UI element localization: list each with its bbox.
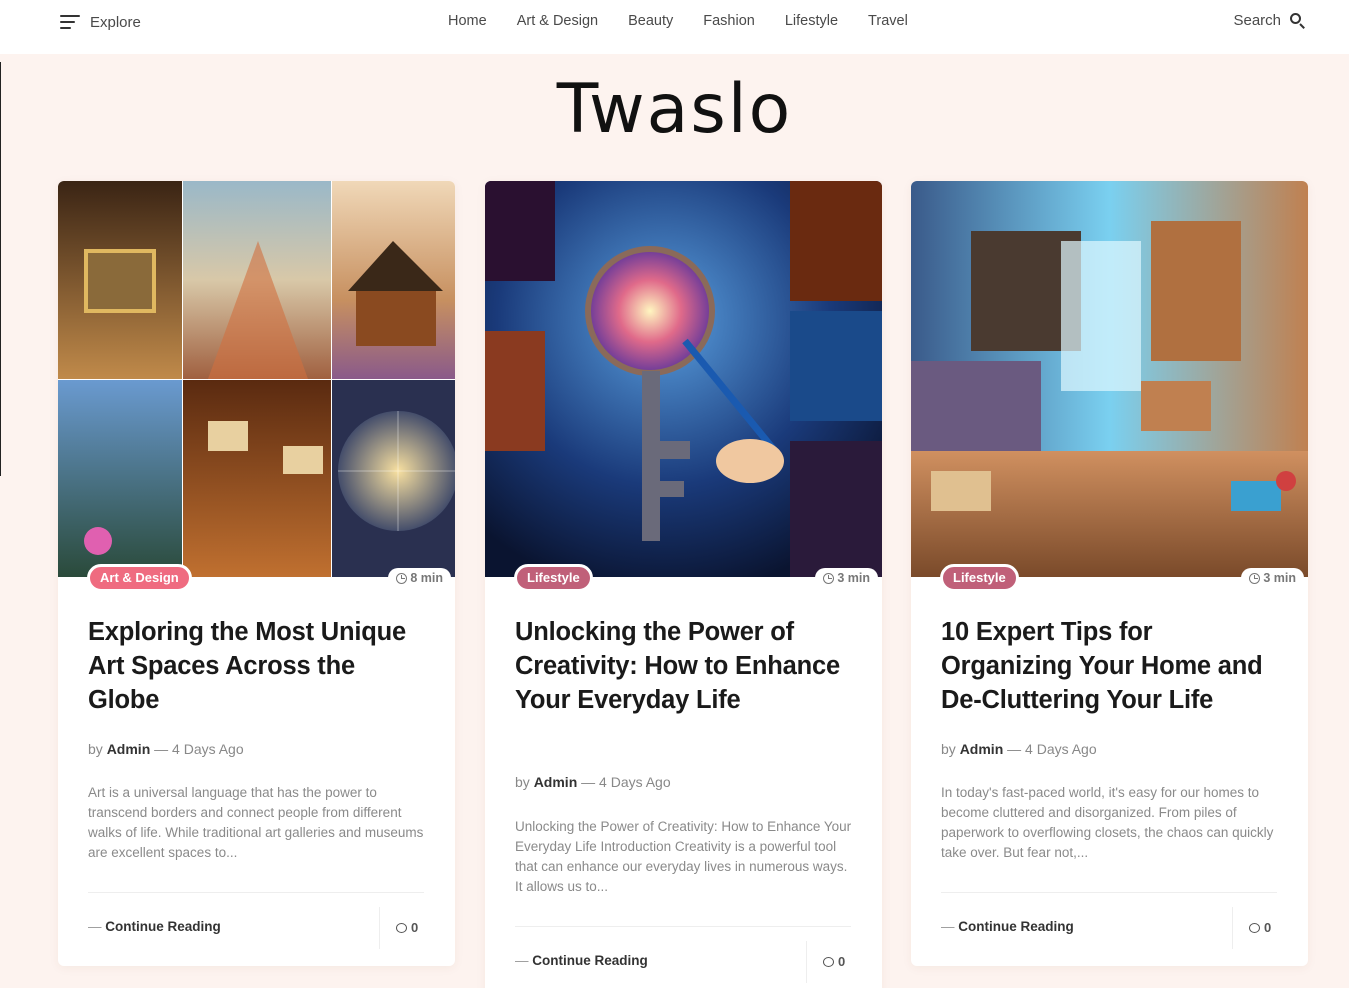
explore-menu-button[interactable]: Explore [60, 12, 141, 32]
search-icon [1290, 13, 1305, 29]
comment-count: 0 [838, 954, 846, 969]
category-badge[interactable]: Art & Design [87, 564, 192, 592]
post-meta: by Admin — 4 Days Ago [941, 741, 1097, 757]
search-label: Search [1233, 12, 1281, 29]
clock-icon [823, 572, 835, 584]
post-author[interactable]: Admin [107, 741, 151, 757]
meta-separator: — [581, 774, 596, 790]
read-time-value: 3 min [1263, 571, 1296, 585]
footer-separator [806, 941, 807, 983]
post-title[interactable]: Unlocking the Power of Creativity: How t… [515, 615, 860, 717]
comment-count: 0 [1264, 920, 1272, 935]
post-title[interactable]: 10 Expert Tips for Organizing Your Home … [941, 615, 1286, 717]
post-excerpt: In today's fast-paced world, it's easy f… [941, 785, 1274, 860]
post-meta: by Admin — 4 Days Ago [88, 741, 244, 757]
post-image-organizing[interactable] [911, 181, 1308, 577]
nav-art-design[interactable]: Art & Design [517, 12, 598, 30]
post-card: Lifestyle 3 min 10 Expert Tips for Organ… [911, 181, 1308, 966]
continue-reading-label: Continue Reading [532, 953, 648, 968]
continue-reading-link[interactable]: — Continue Reading [515, 953, 648, 968]
nav-lifestyle[interactable]: Lifestyle [785, 12, 838, 30]
category-badge[interactable]: Lifestyle [514, 564, 593, 592]
comment-icon [396, 922, 407, 933]
clock-icon [1249, 572, 1261, 584]
nav-travel[interactable]: Travel [868, 12, 908, 30]
post-author[interactable]: Admin [534, 774, 578, 790]
post-title[interactable]: Exploring the Most Unique Art Spaces Acr… [88, 615, 433, 717]
meta-by: by [941, 741, 956, 757]
continue-reading-label: Continue Reading [958, 919, 1074, 934]
explore-label: Explore [90, 13, 141, 31]
card-divider [515, 926, 851, 927]
footer-separator [1232, 907, 1233, 949]
post-date: 4 Days Ago [599, 774, 671, 790]
top-navigation-bar: Explore Home Art & Design Beauty Fashion… [0, 0, 1349, 54]
nav-fashion[interactable]: Fashion [703, 12, 755, 30]
comments-link[interactable]: 0 [1249, 920, 1271, 935]
read-time: 8 min [388, 568, 451, 588]
meta-by: by [515, 774, 530, 790]
nav-beauty[interactable]: Beauty [628, 12, 673, 30]
card-divider [88, 892, 424, 893]
main-nav: Home Art & Design Beauty Fashion Lifesty… [448, 12, 908, 30]
comment-icon [823, 956, 834, 967]
meta-separator: — [1007, 741, 1022, 757]
site-logo[interactable]: Twaslo [0, 70, 1349, 150]
meta-separator: — [154, 741, 169, 757]
post-author[interactable]: Admin [960, 741, 1004, 757]
comment-count: 0 [411, 920, 419, 935]
post-meta: by Admin — 4 Days Ago [515, 774, 671, 790]
continue-reading-link[interactable]: — Continue Reading [88, 919, 221, 934]
post-image-art-spaces[interactable] [58, 181, 455, 577]
comment-icon [1249, 922, 1260, 933]
comments-link[interactable]: 0 [823, 954, 845, 969]
continue-reading-link[interactable]: — Continue Reading [941, 919, 1074, 934]
read-time-value: 8 min [410, 571, 443, 585]
read-time: 3 min [815, 568, 878, 588]
clock-icon [396, 572, 408, 584]
nav-home[interactable]: Home [448, 12, 487, 30]
post-image-creativity[interactable] [485, 181, 882, 577]
category-badge[interactable]: Lifestyle [940, 564, 1019, 592]
search-button[interactable]: Search [1233, 12, 1305, 29]
post-date: 4 Days Ago [172, 741, 244, 757]
meta-by: by [88, 741, 103, 757]
read-time-value: 3 min [837, 571, 870, 585]
post-card: Art & Design 8 min Exploring the Most Un… [58, 181, 455, 966]
card-divider [941, 892, 1277, 893]
read-time: 3 min [1241, 568, 1304, 588]
footer-separator [379, 907, 380, 949]
comments-link[interactable]: 0 [396, 920, 418, 935]
post-excerpt: Unlocking the Power of Creativity: How t… [515, 819, 852, 894]
post-card: Lifestyle 3 min Unlocking the Power of C… [485, 181, 882, 988]
menu-icon [60, 15, 80, 29]
continue-reading-label: Continue Reading [105, 919, 221, 934]
post-excerpt: Art is a universal language that has the… [88, 785, 424, 860]
post-date: 4 Days Ago [1025, 741, 1097, 757]
